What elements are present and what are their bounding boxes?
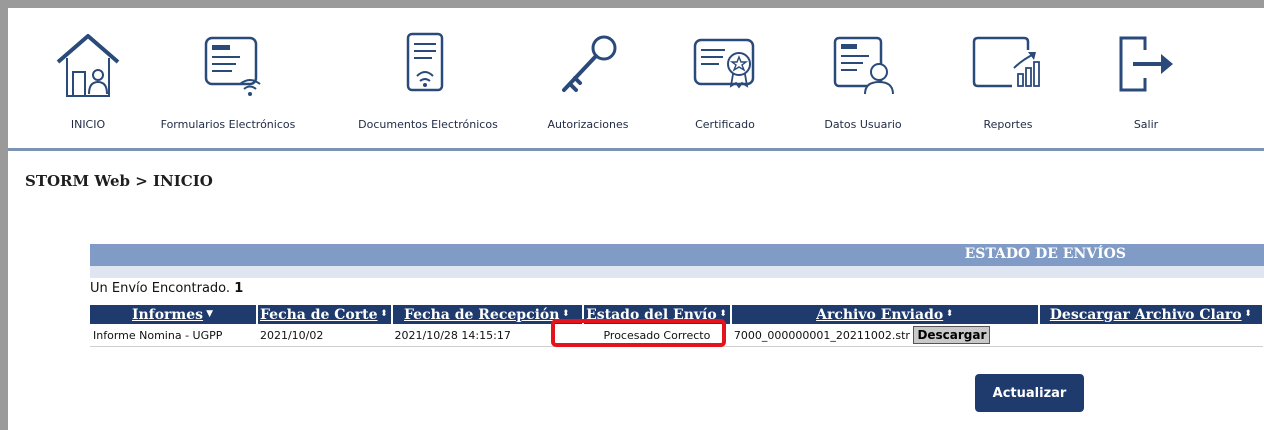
sort-icon: ⬍ [1244,309,1252,319]
cell-descargar-claro [1039,324,1263,347]
panel-title: ESTADO DE ENVÍOS [964,246,1126,262]
certificate-icon [693,38,755,89]
toolbar-label-formularios: Formularios Electrónicos [160,118,296,131]
sort-icon: ⬍ [562,309,570,319]
logout-icon [1119,36,1173,92]
panel-subheader [90,266,1264,278]
sort-icon: ⬍ [719,309,727,319]
column-header-archivo[interactable]: Archivo Enviado ⬍ [730,305,1041,324]
toolbar-item-documentos[interactable]: Documentos Electrónicos [358,28,498,138]
cell-archivo: 7000_000000001_20211002.str Descargar [730,324,1040,347]
cell-informe: Informe Nomina - UGPP [90,324,257,347]
user-card-icon [833,36,894,95]
form-wireless-icon [204,36,261,96]
toolbar-item-inicio[interactable]: INICIO [48,28,128,138]
sort-icon: ⬍ [945,309,954,319]
results-count-number: 1 [234,281,244,296]
actualizar-button[interactable]: Actualizar [975,374,1084,412]
sort-icon: ⬍ [380,309,388,319]
cell-fecha-corte: 2021/10/02 [256,324,392,347]
breadcrumb: STORM Web > INICIO [25,172,213,190]
document-wireless-icon [406,32,444,92]
results-count: Un Envío Encontrado. 1 [90,281,243,296]
toolbar-item-formularios[interactable]: Formularios Electrónicos [161,28,295,138]
column-header-descargar[interactable]: Descargar Archivo Claro ⬍ [1039,305,1264,324]
reports-icon [972,36,1040,88]
toolbar-item-salir[interactable]: Salir [1106,28,1186,138]
key-icon [562,35,617,92]
home-icon [56,34,120,97]
column-header-informes[interactable]: Informes ▼ [90,305,258,324]
toolbar-label-salir: Salir [1133,118,1159,131]
toolbar-item-certificado[interactable]: Certificado [680,28,770,138]
main-toolbar: INICIO Formularios Electrónicos Document… [8,8,1264,151]
column-header-fecha-corte[interactable]: Fecha de Corte ⬍ [256,305,393,324]
toolbar-item-reportes[interactable]: Reportes [963,28,1053,138]
panel-header: ESTADO DE ENVÍOS [90,244,1264,266]
archivo-filename: 7000_000000001_20211002.str [733,329,910,342]
status-highlight-box [551,319,726,347]
toolbar-item-datos-usuario[interactable]: Datos Usuario [818,28,908,138]
results-count-text: Un Envío Encontrado. [90,281,231,296]
sort-desc-icon: ▼ [206,309,213,319]
descargar-button[interactable]: Descargar [913,326,991,344]
